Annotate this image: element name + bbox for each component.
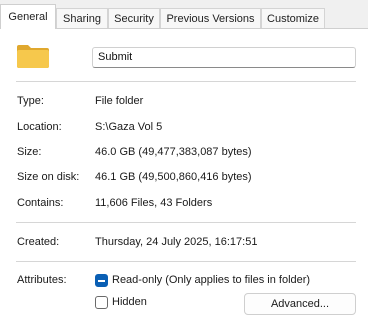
type-value: File folder (95, 95, 144, 107)
size-on-disk-value: 46.1 GB (49,500,860,416 bytes) (95, 171, 252, 183)
type-label: Type: (17, 95, 44, 107)
created-label: Created: (17, 236, 60, 248)
tab-security[interactable]: Security (108, 8, 160, 28)
divider (16, 222, 356, 223)
size-value: 46.0 GB (49,477,383,087 bytes) (95, 146, 252, 158)
folder-name-input[interactable]: Submit (92, 47, 356, 68)
hidden-label[interactable]: Hidden (112, 296, 147, 308)
tab-previous-versions[interactable]: Previous Versions (160, 8, 261, 28)
readonly-label[interactable]: Read-only (Only applies to files in fold… (112, 274, 310, 286)
tab-strip: General Sharing Security Previous Versio… (0, 0, 368, 29)
location-label: Location: (17, 121, 62, 133)
size-on-disk-label: Size on disk: (17, 171, 80, 183)
hidden-checkbox[interactable] (95, 296, 108, 309)
size-label: Size: (17, 146, 42, 158)
contains-value: 11,606 Files, 43 Folders (95, 197, 213, 209)
tab-general[interactable]: General (0, 4, 56, 29)
location-value: S:\Gaza Vol 5 (95, 121, 163, 133)
advanced-button[interactable]: Advanced... (244, 293, 356, 315)
general-panel: Submit Type: File folder Location: S:\Ga… (0, 28, 368, 329)
tab-sharing[interactable]: Sharing (56, 8, 108, 28)
folder-icon (16, 43, 50, 69)
created-value: Thursday, 24 July 2025, 16:17:51 (95, 236, 258, 248)
divider (16, 81, 356, 82)
contains-label: Contains: (17, 197, 64, 209)
readonly-checkbox[interactable] (95, 274, 108, 287)
divider (16, 261, 356, 262)
tab-customize[interactable]: Customize (261, 8, 325, 28)
attributes-label: Attributes: (17, 274, 67, 286)
